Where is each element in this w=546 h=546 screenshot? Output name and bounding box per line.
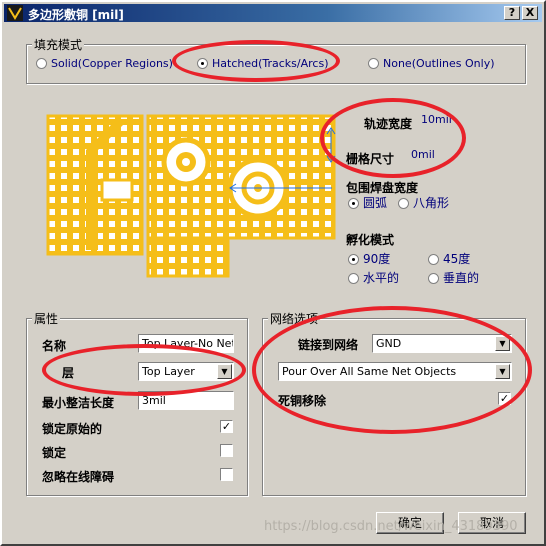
- annotation-ellipse-net-options: [252, 306, 532, 434]
- name-label: 名称: [42, 339, 67, 353]
- lock-primitives-label: 锁定原始的: [42, 422, 103, 436]
- hatch-mode-label: 孵化模式: [346, 233, 395, 247]
- title-bar[interactable]: 多边形敷铜 [mil] ? X: [4, 4, 542, 22]
- watermark-text: https://blog.csdn.net/weixin_43189390: [264, 519, 518, 534]
- dialog-window: 多边形敷铜 [mil] ? X 填充模式 Solid(Copper Region…: [0, 0, 546, 546]
- fill-solid-radio[interactable]: Solid(Copper Regions): [36, 57, 173, 70]
- ignore-obstacles-label: 忽略在线障碍: [42, 470, 115, 484]
- close-button[interactable]: X: [522, 6, 538, 20]
- radio-icon: [368, 58, 379, 69]
- lock-primitives-checkbox[interactable]: ✓: [220, 420, 233, 433]
- radio-icon: [428, 273, 439, 284]
- annotation-ellipse-track-grid: [320, 98, 466, 178]
- radio-icon: [36, 58, 47, 69]
- surround-arc-radio[interactable]: 圆弧: [348, 194, 387, 211]
- radio-selected-icon: [348, 198, 359, 209]
- help-button[interactable]: ?: [504, 6, 520, 20]
- annotation-ellipse-layer: [42, 344, 246, 396]
- hatch-45-radio[interactable]: 45度: [428, 250, 470, 267]
- annotation-ellipse-fill-mode: [172, 40, 340, 82]
- hatched-copper-illustration: [46, 114, 336, 278]
- window-title: 多边形敷铜 [mil]: [28, 8, 124, 22]
- properties-label: 属性: [32, 310, 61, 327]
- fill-none-radio[interactable]: None(Outlines Only): [368, 57, 495, 70]
- fill-mode-label: 填充模式: [32, 36, 85, 53]
- locked-checkbox[interactable]: [220, 444, 233, 457]
- hatch-90-radio[interactable]: 90度: [348, 250, 390, 267]
- app-icon: [7, 5, 23, 21]
- radio-icon: [428, 254, 439, 265]
- hatch-horizontal-radio[interactable]: 水平的: [348, 269, 399, 286]
- hatch-vertical-radio[interactable]: 垂直的: [428, 269, 479, 286]
- locked-label: 锁定: [42, 446, 67, 460]
- min-length-label: 最小整洁长度: [42, 396, 115, 410]
- radio-selected-icon: [348, 254, 359, 265]
- ignore-obstacles-checkbox[interactable]: [220, 468, 233, 481]
- radio-icon: [348, 273, 359, 284]
- surround-octagon-radio[interactable]: 八角形: [398, 194, 449, 211]
- radio-icon: [398, 198, 409, 209]
